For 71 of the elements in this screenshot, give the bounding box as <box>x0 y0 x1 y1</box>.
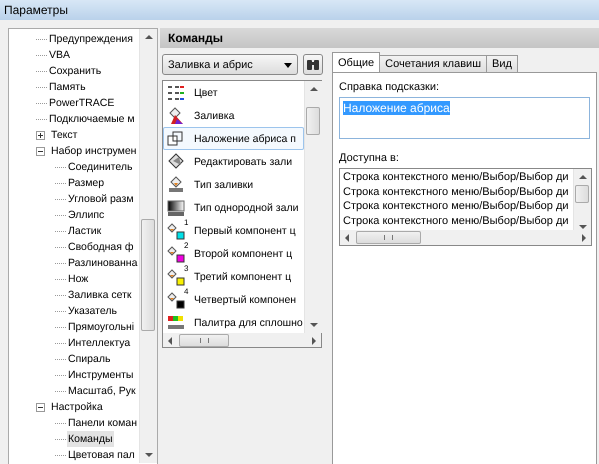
tree-item[interactable]: Спираль <box>67 351 112 367</box>
badge-number: 4 <box>184 286 188 296</box>
tree-item[interactable]: Прямоугольні <box>67 319 136 335</box>
tree-item[interactable]: Указатель <box>67 303 118 319</box>
tree-item[interactable]: Заливка сетк <box>67 287 132 303</box>
tree-item[interactable]: Соединитель <box>67 159 134 175</box>
list-item[interactable]: Строка контекстного меню/Выбор/Выбор ди <box>343 214 573 229</box>
scrollbar[interactable] <box>139 29 157 463</box>
tree-item[interactable]: Текст <box>50 127 78 143</box>
field-label: Доступна в: <box>339 152 400 164</box>
tree-item[interactable]: Память <box>48 79 87 95</box>
list-item[interactable]: Строка контекстного меню/Выбор/Выбор ди <box>343 186 573 200</box>
tree-item[interactable]: Свободная ф <box>67 239 135 255</box>
badge-number: 3 <box>184 264 188 272</box>
list-item[interactable]: Строка контекстного меню/Выбор/Выбор ди <box>343 171 573 186</box>
scrollbar[interactable] <box>340 230 591 245</box>
tree-item[interactable]: Команды <box>67 431 114 447</box>
tree-item[interactable]: Ластик <box>67 223 102 239</box>
edit-fill-icon <box>167 152 185 170</box>
command-item[interactable]: 3 Третий компонент ц <box>163 265 304 288</box>
tree-item[interactable]: Разлинованна <box>67 255 138 271</box>
tab[interactable]: Сочетания клавиш <box>379 55 488 72</box>
tree-item[interactable]: Цветовая пал <box>67 447 136 463</box>
tree-item[interactable]: Угловой разм <box>67 191 135 207</box>
command-item[interactable]: Тип однородной зали <box>163 196 304 219</box>
find-button[interactable] <box>303 54 323 75</box>
overlap-squares-icon <box>167 130 185 148</box>
binoculars-icon <box>306 58 320 70</box>
command-item[interactable]: Тип заливки <box>163 173 304 196</box>
window-title: Параметры <box>4 3 68 17</box>
tree-item[interactable]: Набор инструмен <box>50 143 138 159</box>
tree-item[interactable]: Размер <box>67 175 106 191</box>
tree-item[interactable]: Панели коман <box>67 415 138 431</box>
command-item[interactable]: 4 Четвертый компонен <box>163 288 304 311</box>
paint-bucket-icon <box>167 106 185 124</box>
command-item[interactable]: Цвет <box>163 81 304 104</box>
tree-item[interactable]: Подключаемые м <box>48 111 136 127</box>
tree-item[interactable]: VBA <box>48 47 72 63</box>
tree-item[interactable]: Масштаб, Рук <box>67 383 137 399</box>
tab[interactable]: Вид <box>486 55 518 72</box>
collapse-icon[interactable] <box>36 402 45 412</box>
tree-item[interactable]: Интеллектуа <box>67 335 132 351</box>
command-item[interactable]: Наложение абриса п <box>163 127 304 150</box>
field-label: Справка подсказки: <box>339 81 440 93</box>
list-item[interactable]: Строка контекстного меню/Выбор/Выбор ди <box>343 200 573 214</box>
tree-item[interactable]: Эллипс <box>67 207 106 223</box>
scrollbar[interactable] <box>573 169 591 230</box>
collapse-icon[interactable] <box>36 146 45 156</box>
tree-item[interactable]: Нож <box>67 271 90 287</box>
paint-bucket-icon <box>167 176 185 194</box>
tree-item[interactable]: Предупреждения <box>48 31 134 47</box>
badge-number: 2 <box>184 240 188 250</box>
category-dropdown[interactable]: Заливка и абрис <box>162 54 298 75</box>
section-title: Команды <box>168 31 224 45</box>
gradient-icon <box>167 198 185 216</box>
tree-item[interactable]: Инструменты <box>67 367 134 383</box>
expand-icon[interactable] <box>36 130 45 140</box>
caret-icon <box>284 63 292 68</box>
command-item[interactable]: Палитра для сплошно <box>163 311 304 334</box>
palette-icon <box>167 314 185 332</box>
command-item[interactable]: 2 Второй компонент ц <box>163 242 304 265</box>
badge-number: 1 <box>184 218 188 226</box>
command-item[interactable]: 1 Первый компонент ц <box>163 219 304 242</box>
tree-item[interactable]: Сохранить <box>48 63 102 79</box>
scrollbar[interactable] <box>163 333 321 347</box>
command-item[interactable]: Заливка <box>163 104 304 127</box>
tree-item[interactable]: Настройка <box>50 399 104 415</box>
tab[interactable]: Общие <box>332 52 380 72</box>
command-item[interactable]: Редактировать зали <box>163 150 304 173</box>
tree-item[interactable]: PowerTRACE <box>48 95 116 111</box>
color-sliders-icon <box>167 84 185 102</box>
